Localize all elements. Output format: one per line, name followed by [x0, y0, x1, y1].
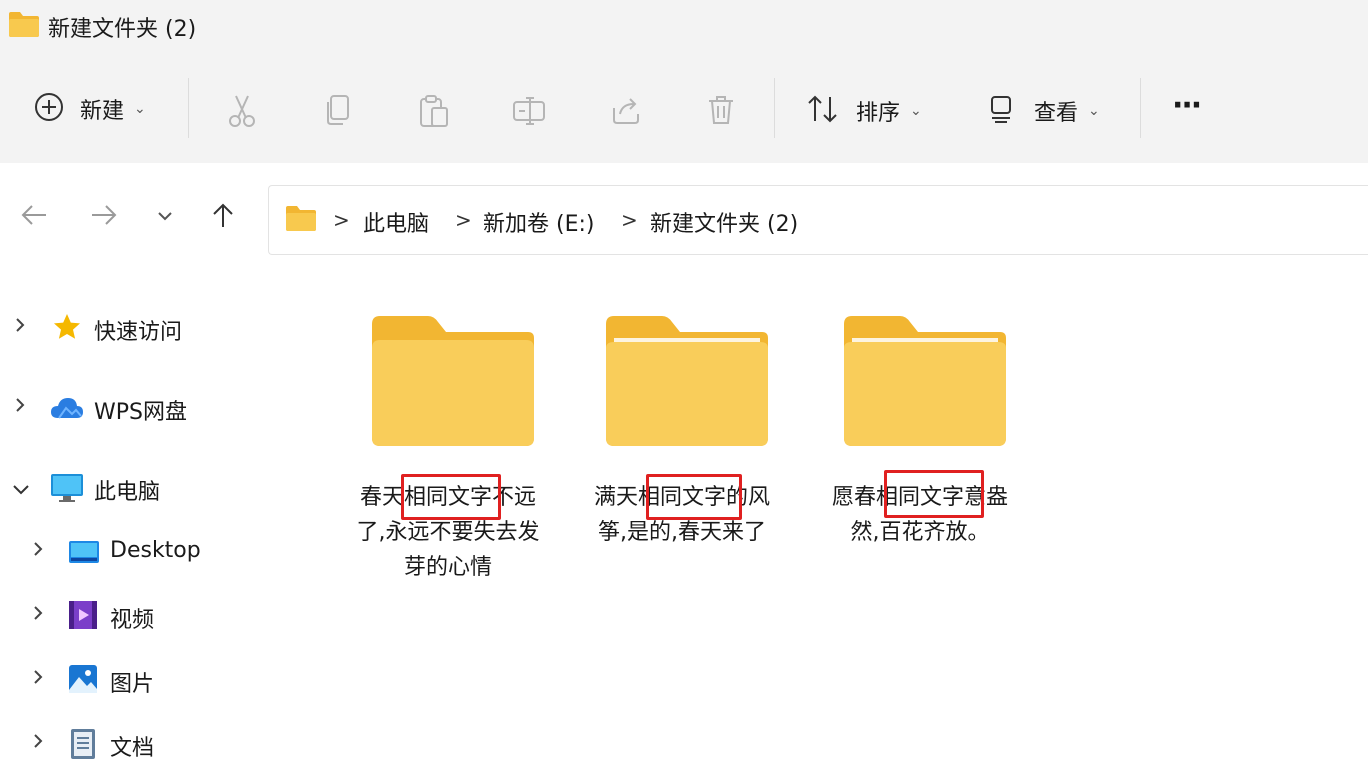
- chevron-right-icon: >: [333, 208, 350, 232]
- sort-button-label: 排序: [856, 101, 901, 126]
- chevron-right-icon[interactable]: [32, 540, 44, 563]
- sidebar-item-quick-access[interactable]: 快速访问: [0, 308, 300, 348]
- more-options-button[interactable]: ···: [1172, 88, 1202, 123]
- chevron-down-icon: ⌄: [1088, 103, 1100, 119]
- cloud-icon: [50, 396, 84, 424]
- document-icon: [70, 728, 96, 764]
- picture-icon: [68, 664, 98, 698]
- sidebar-item-pictures[interactable]: 图片: [0, 660, 300, 700]
- breadcrumb-current-folder[interactable]: 新建文件夹 (2): [650, 206, 798, 238]
- chevron-right-icon[interactable]: [14, 316, 26, 339]
- view-button-label: 查看: [1034, 101, 1079, 126]
- recent-locations-chevron-icon[interactable]: [156, 207, 174, 226]
- sidebar-item-label: 此电脑: [94, 480, 161, 505]
- new-button-label: 新建: [80, 99, 125, 124]
- command-bar: 新建 ⌄ 排序 ⌄ 查看 ⌄ ···: [0, 52, 1368, 164]
- desktop-icon: [68, 540, 100, 568]
- file-list: 春天相同文字不远了,永远不要失去发芽的心情 满天相同文字的风筝,是的,春天来了 …: [308, 268, 1368, 784]
- sidebar-item-wps-cloud[interactable]: WPS网盘: [0, 388, 300, 428]
- new-button[interactable]: 新建 ⌄: [34, 92, 146, 126]
- sidebar-item-desktop[interactable]: Desktop: [0, 532, 300, 572]
- chevron-right-icon[interactable]: [32, 604, 44, 627]
- video-icon: [68, 600, 98, 634]
- address-bar[interactable]: > 此电脑 > 新加卷 (E:) > 新建文件夹 (2): [268, 185, 1368, 255]
- sidebar-item-label: 文档: [110, 736, 155, 761]
- divider: [774, 78, 775, 138]
- cut-icon[interactable]: [226, 94, 258, 132]
- paste-icon[interactable]: [418, 94, 450, 132]
- title-bar: 新建文件夹 (2): [0, 0, 1368, 52]
- monitor-icon: [50, 472, 84, 508]
- highlight-annotation-box: [884, 470, 984, 518]
- folder-icon: [8, 10, 40, 42]
- divider: [188, 78, 189, 138]
- view-icon: [988, 94, 1014, 128]
- back-arrow-icon[interactable]: [20, 203, 48, 231]
- up-arrow-icon[interactable]: [210, 201, 236, 233]
- chevron-down-icon[interactable]: [12, 480, 30, 501]
- breadcrumb-this-pc[interactable]: 此电脑: [363, 206, 429, 238]
- chevron-down-icon: ⌄: [134, 101, 146, 117]
- chevron-down-icon: ⌄: [910, 103, 922, 119]
- delete-icon[interactable]: [706, 94, 736, 130]
- sidebar-item-label: 视频: [110, 608, 155, 633]
- sidebar-item-label: Desktop: [110, 538, 201, 563]
- sort-button[interactable]: 排序 ⌄: [806, 94, 922, 128]
- navigation-pane: 快速访问 WPS网盘 此电脑 Desktop 视频 图片 文档: [0, 268, 308, 784]
- sidebar-item-this-pc[interactable]: 此电脑: [0, 468, 300, 508]
- sidebar-item-documents[interactable]: 文档: [0, 724, 300, 764]
- highlight-annotation-box: [401, 474, 501, 520]
- folder-icon: [368, 310, 536, 452]
- sidebar-item-videos[interactable]: 视频: [0, 596, 300, 636]
- rename-icon[interactable]: [512, 96, 548, 130]
- copy-icon[interactable]: [324, 94, 352, 130]
- share-icon[interactable]: [610, 94, 642, 130]
- sidebar-item-label: 快速访问: [94, 320, 183, 345]
- sort-icon: [806, 94, 840, 128]
- breadcrumb-drive-e[interactable]: 新加卷 (E:): [483, 206, 594, 238]
- folder-icon: [602, 310, 770, 452]
- folder-icon: [285, 204, 317, 236]
- forward-arrow-icon[interactable]: [90, 203, 118, 231]
- navigation-bar: > 此电脑 > 新加卷 (E:) > 新建文件夹 (2): [0, 163, 1368, 268]
- chevron-right-icon[interactable]: [32, 732, 44, 755]
- chevron-right-icon: >: [621, 208, 638, 232]
- view-button[interactable]: 查看 ⌄: [988, 94, 1100, 128]
- sidebar-item-label: WPS网盘: [94, 400, 187, 425]
- chevron-right-icon[interactable]: [32, 668, 44, 691]
- folder-icon: [840, 310, 1008, 452]
- highlight-annotation-box: [646, 474, 742, 520]
- star-icon: [52, 312, 82, 346]
- window-title: 新建文件夹 (2): [48, 17, 197, 42]
- chevron-right-icon: >: [455, 208, 472, 232]
- chevron-right-icon[interactable]: [14, 396, 26, 419]
- divider: [1140, 78, 1141, 138]
- sidebar-item-label: 图片: [110, 672, 155, 697]
- plus-circle-icon: [34, 92, 64, 126]
